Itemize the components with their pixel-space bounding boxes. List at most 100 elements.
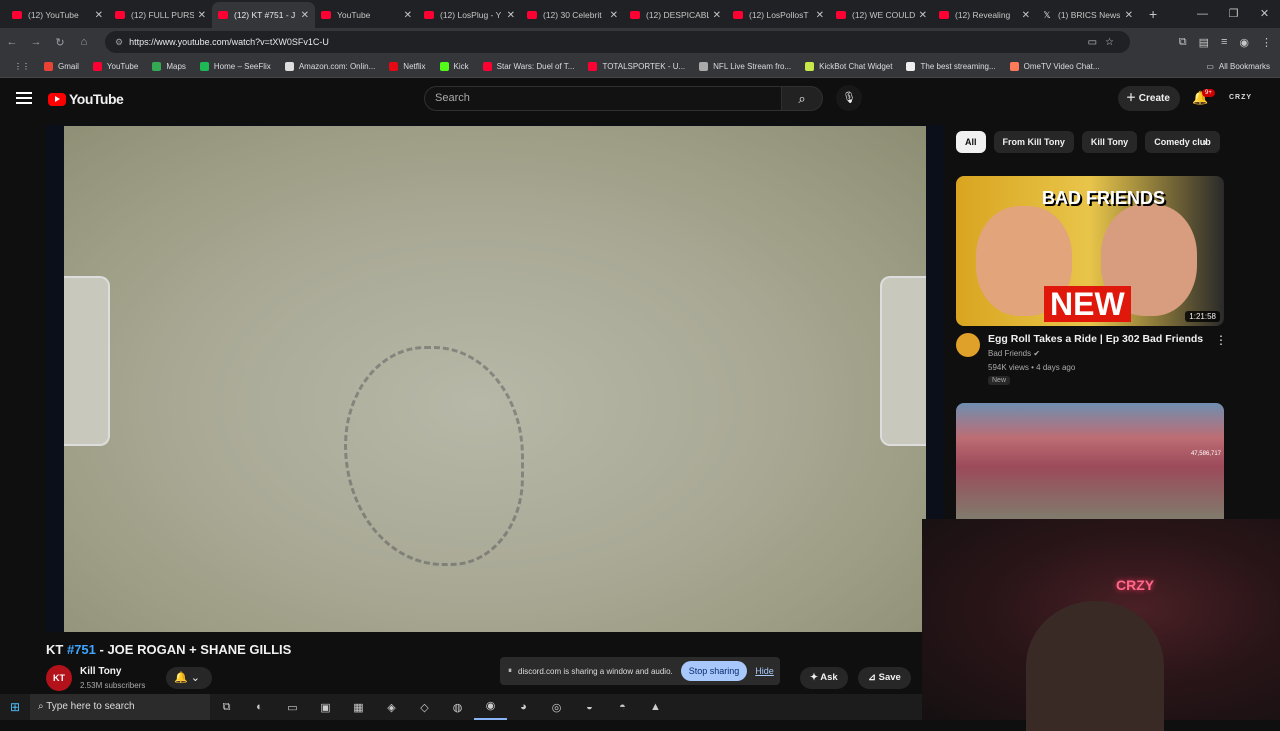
browser-tab[interactable]: 𝕏 (1) BRICS News ✕ bbox=[1036, 2, 1139, 28]
reload-icon[interactable]: ↻ bbox=[48, 36, 72, 49]
app4-icon[interactable]: ◎ bbox=[540, 701, 573, 714]
bookmark-item[interactable]: Gmail bbox=[44, 62, 79, 71]
hide-link[interactable]: Hide bbox=[755, 666, 774, 676]
save-button[interactable]: ⊿ Save bbox=[858, 667, 911, 689]
bookmark-item[interactable]: Netflix bbox=[389, 62, 426, 71]
tab-close-icon[interactable]: ✕ bbox=[507, 10, 515, 21]
back-icon[interactable]: ← bbox=[0, 36, 24, 48]
calculator-icon[interactable]: ▦ bbox=[342, 701, 375, 714]
channel-name[interactable]: Kill Tony bbox=[80, 666, 121, 677]
browser-tab[interactable]: (12) LosPollosT ✕ bbox=[727, 2, 830, 28]
tab-close-icon[interactable]: ✕ bbox=[713, 10, 721, 21]
tab-close-icon[interactable]: ✕ bbox=[198, 10, 206, 21]
all-bookmarks-label: All Bookmarks bbox=[1218, 62, 1270, 71]
rec-thumbnail-1[interactable]: BAD FRIENDS NEW 1:21:58 bbox=[956, 176, 1224, 326]
bookmark-item[interactable]: Kick bbox=[439, 62, 469, 71]
bookmark-item[interactable]: KickBot Chat Widget bbox=[805, 62, 892, 71]
account-avatar[interactable]: CRZY bbox=[1229, 94, 1252, 101]
app-icon[interactable]: ◈ bbox=[375, 701, 408, 714]
channel-avatar[interactable] bbox=[956, 333, 980, 357]
browser-tab[interactable]: (12) YouTube ✕ bbox=[6, 2, 109, 28]
browser-tab[interactable]: (12) KT #751 - J ✕ bbox=[212, 2, 315, 28]
file-explorer-icon[interactable]: ▭ bbox=[276, 701, 309, 714]
forward-icon[interactable]: → bbox=[24, 36, 48, 48]
browser-tab[interactable]: (12) WE COULD ✕ bbox=[830, 2, 933, 28]
bookmark-item[interactable]: Amazon.com: Onlin... bbox=[284, 62, 375, 71]
voice-search-icon[interactable]: 🎙 bbox=[836, 85, 862, 111]
tab-close-icon[interactable]: ✕ bbox=[610, 10, 618, 21]
steam-icon[interactable]: ◓ bbox=[606, 701, 639, 713]
more-actions-icon[interactable]: ⋮ bbox=[1215, 333, 1227, 347]
browser-tab[interactable]: (12) FULL PURSU ✕ bbox=[109, 2, 212, 28]
tab-close-icon[interactable]: ✕ bbox=[404, 10, 412, 21]
rec-channel[interactable]: Bad Friends ✔ bbox=[988, 349, 1040, 358]
home-icon[interactable]: ⌂ bbox=[72, 36, 96, 48]
spotify-icon[interactable]: ◕ bbox=[507, 701, 540, 713]
youtube-favicon-icon bbox=[939, 11, 949, 19]
edge-icon[interactable]: ◐ bbox=[243, 701, 276, 713]
rec-thumbnail-2[interactable]: 47,586,717 bbox=[956, 403, 1224, 519]
site-info-icon[interactable]: ⚙ bbox=[115, 37, 123, 48]
bookmark-item[interactable]: Maps bbox=[152, 62, 186, 71]
restore-icon[interactable]: ❐ bbox=[1218, 0, 1249, 28]
apps-icon[interactable]: ⋮⋮ bbox=[14, 62, 30, 71]
bookmark-item[interactable]: Star Wars: Duel of T... bbox=[482, 62, 574, 71]
tab-close-icon[interactable]: ✕ bbox=[919, 10, 927, 21]
bookmark-star-icon[interactable]: ☆ bbox=[1105, 37, 1122, 48]
app5-icon[interactable]: ▲ bbox=[639, 701, 672, 713]
youtube-favicon-icon bbox=[115, 11, 125, 19]
app3-icon[interactable]: ◍ bbox=[441, 701, 474, 714]
video-player[interactable] bbox=[46, 125, 944, 632]
app2-icon[interactable]: ◇ bbox=[408, 701, 441, 714]
all-bookmarks[interactable]: ▭ All Bookmarks bbox=[1206, 62, 1270, 71]
windows-start-icon[interactable]: ⊞ bbox=[0, 700, 30, 714]
ask-button[interactable]: ✦ Ask bbox=[800, 667, 848, 689]
sidepanel-icon[interactable]: ▤ bbox=[1199, 36, 1209, 49]
bookmark-item[interactable]: TOTALSPORTEK - U... bbox=[588, 62, 685, 71]
subscribed-button[interactable]: 🔔 ⌄ bbox=[166, 667, 212, 689]
extensions-icon[interactable]: ⧉ bbox=[1179, 36, 1187, 49]
hamburger-menu-icon[interactable] bbox=[16, 92, 32, 104]
taskbar-search[interactable]: ⌕ Type here to search bbox=[30, 694, 210, 720]
filter-chip[interactable]: From Kill Tony bbox=[993, 131, 1074, 153]
tab-close-icon[interactable]: ✕ bbox=[301, 10, 309, 21]
search-input[interactable]: Search bbox=[424, 86, 782, 111]
browser-tab[interactable]: (12) Revealing ✕ bbox=[933, 2, 1036, 28]
browser-tab[interactable]: (12) LosPlug - Y ✕ bbox=[418, 2, 521, 28]
browser-tab[interactable]: (12) DESPICABL ✕ bbox=[624, 2, 727, 28]
task-view-icon[interactable]: ⧉ bbox=[210, 701, 243, 714]
chevron-right-icon[interactable]: › bbox=[1203, 135, 1207, 149]
discord-icon[interactable]: ◒ bbox=[573, 701, 606, 713]
bookmark-item[interactable]: The best streaming... bbox=[906, 62, 996, 71]
bookmark-item[interactable]: Home – SeeFlix bbox=[199, 62, 271, 71]
browser-tab[interactable]: YouTube ✕ bbox=[315, 2, 418, 28]
profile-icon[interactable]: ◉ bbox=[1239, 36, 1249, 49]
youtube-logo[interactable]: YouTube bbox=[48, 91, 124, 107]
filter-chip[interactable]: Kill Tony bbox=[1081, 131, 1138, 153]
stop-sharing-button[interactable]: Stop sharing bbox=[680, 661, 748, 681]
bookmark-item[interactable]: NFL Live Stream fro... bbox=[699, 62, 791, 71]
tab-close-icon[interactable]: ✕ bbox=[1022, 10, 1030, 21]
title-hashtag[interactable]: #751 bbox=[67, 642, 96, 657]
create-button[interactable]: ＋ Create bbox=[1118, 86, 1180, 111]
media-icon[interactable]: ≡ bbox=[1221, 36, 1227, 49]
more-icon[interactable]: ⋮ bbox=[1261, 36, 1272, 49]
bookmark-item[interactable]: YouTube bbox=[92, 62, 138, 71]
minimize-icon[interactable]: — bbox=[1187, 0, 1218, 28]
browser-tab[interactable]: (12) 30 Celebrit ✕ bbox=[521, 2, 624, 28]
close-window-icon[interactable]: ✕ bbox=[1249, 0, 1280, 28]
filter-chip[interactable]: All bbox=[956, 131, 986, 153]
chrome-icon[interactable]: ◉ bbox=[474, 694, 507, 720]
rec-title[interactable]: Egg Roll Takes a Ride | Ep 302 Bad Frien… bbox=[988, 333, 1208, 345]
url-field[interactable]: ⚙ https://www.youtube.com/watch?v=tXW0SF… bbox=[105, 31, 1130, 53]
install-icon[interactable]: ▭ bbox=[1088, 37, 1105, 48]
tab-close-icon[interactable]: ✕ bbox=[1125, 10, 1133, 21]
new-tab-icon[interactable]: + bbox=[1149, 6, 1157, 22]
channel-avatar-main[interactable]: KT bbox=[46, 665, 72, 691]
filter-chip[interactable]: Comedy club bbox=[1145, 131, 1220, 153]
search-button[interactable]: ⌕ bbox=[781, 86, 823, 111]
tab-close-icon[interactable]: ✕ bbox=[95, 10, 103, 21]
store-icon[interactable]: ▣ bbox=[309, 701, 342, 714]
tab-close-icon[interactable]: ✕ bbox=[816, 10, 824, 21]
bookmark-item[interactable]: OmeTV Video Chat... bbox=[1009, 62, 1100, 71]
